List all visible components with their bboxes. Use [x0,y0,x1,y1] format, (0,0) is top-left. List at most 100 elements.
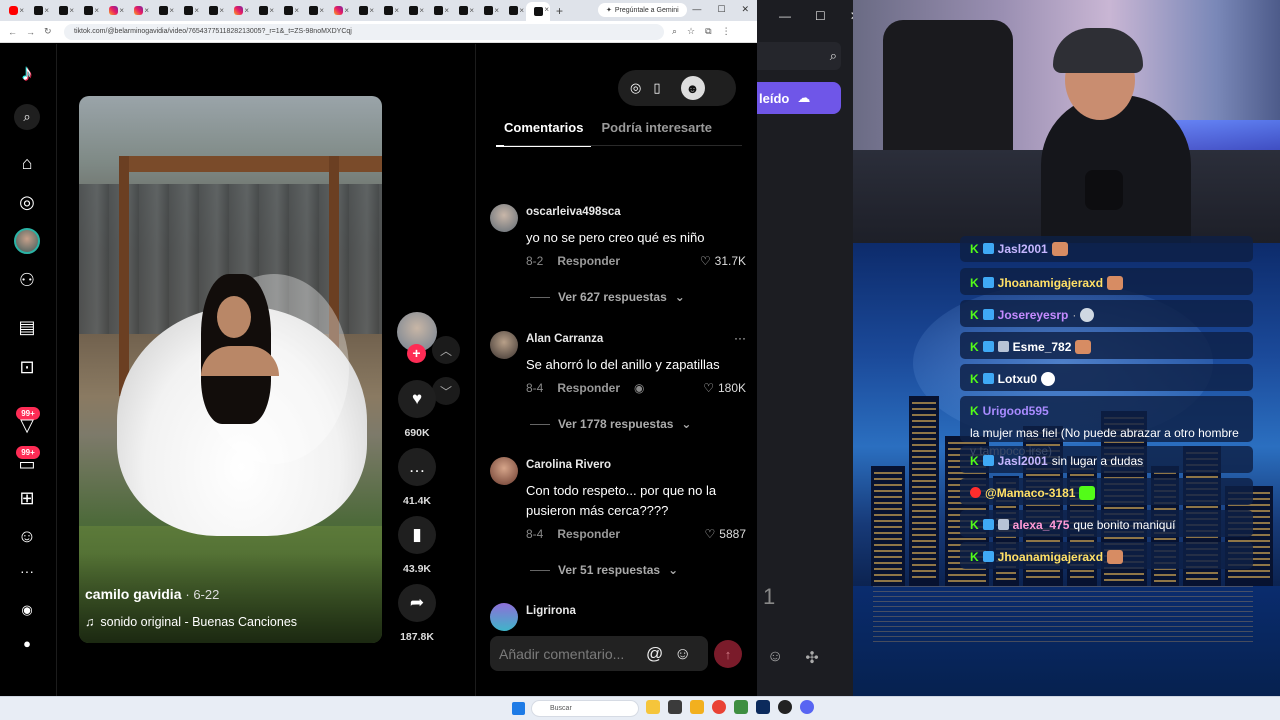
comment-username[interactable]: Ligrirona [526,605,576,617]
more-options-icon[interactable]: ··· [734,331,746,345]
emoji-icon[interactable]: ☺ [674,644,691,664]
close-icon[interactable]: × [494,6,499,15]
close-icon[interactable]: × [44,6,49,15]
comment-username[interactable]: Carolina Rivero [526,459,611,471]
bookmark-star-icon[interactable]: ☆ [687,26,695,37]
video-player[interactable]: camilo gavidia · 6-22 ♫ sonido original -… [79,96,382,643]
close-icon[interactable]: × [419,6,424,15]
close-icon[interactable]: × [544,5,549,14]
view-replies-button[interactable]: Ver 51 respuestas ⌄ [530,563,678,577]
share-button[interactable]: ➦ 187.8K [396,584,438,643]
close-icon[interactable]: × [219,6,224,15]
browser-tab[interactable]: × [501,3,525,19]
folder-icon[interactable] [690,700,704,714]
browser-tab[interactable]: × [101,3,125,19]
close-icon[interactable]: × [344,6,349,15]
extensions-icon[interactable]: ⧉ [705,26,711,37]
chat-search-field[interactable]: ⌕ [757,42,841,70]
friends-icon[interactable]: ⚇ [14,267,40,293]
spreadsheet-icon[interactable] [734,700,748,714]
browser-tab[interactable]: × [326,3,350,19]
browser-tab[interactable]: × [1,3,25,19]
send-button[interactable]: ↑ [714,640,742,668]
browser-tab[interactable]: × [376,3,400,19]
explore-icon[interactable]: ◎ [14,189,40,215]
tab-recommended[interactable]: Podría interesarte [601,120,712,147]
forward-icon[interactable]: → [26,27,36,37]
upload-icon[interactable]: ⊞ [14,485,40,511]
close-icon[interactable]: × [69,6,74,15]
obs-icon[interactable] [778,700,792,714]
save-button[interactable]: ▮ 43.9K [396,516,438,575]
view-replies-button[interactable]: Ver 1778 respuestas ⌄ [530,417,691,431]
browser-tab[interactable]: × [251,3,275,19]
emoji-icon[interactable]: ☺ [767,648,783,668]
new-tab-button[interactable]: + [556,4,563,18]
close-icon[interactable]: ✕ [741,4,749,15]
user-avatar-icon[interactable]: ☻ [680,76,705,100]
tv-icon[interactable]: ⊡ [14,354,40,380]
gemini-button[interactable]: ✦ Pregúntale a Gemini [598,3,687,17]
avatar[interactable] [490,603,518,631]
video-sound[interactable]: ♫ sonido original - Buenas Canciones [85,615,297,629]
profile-icon[interactable]: ☺ [14,523,40,549]
avatar[interactable] [490,331,518,359]
menu-icon[interactable]: ⋮ [722,26,731,37]
browser-tab[interactable]: × [201,3,225,19]
taskbar-search[interactable]: Buscar [531,700,639,717]
maximize-icon[interactable]: ☐ [717,4,725,15]
browser-tab[interactable]: × [351,3,375,19]
follow-button[interactable]: + [407,344,426,363]
tab-comments[interactable]: Comentarios [496,120,592,147]
close-icon[interactable]: × [269,6,274,15]
minimize-icon[interactable]: — [692,4,701,15]
close-icon[interactable]: × [144,6,149,15]
tiktok-logo-icon[interactable]: ♪ [14,60,40,86]
browser-tab[interactable]: × [151,3,175,19]
avatar[interactable] [490,204,518,232]
close-icon[interactable]: × [444,6,449,15]
close-icon[interactable]: × [244,6,249,15]
browser-tab[interactable]: × [126,3,150,19]
close-icon[interactable]: × [294,6,299,15]
browser-tab[interactable]: × [226,3,250,19]
photoshop-icon[interactable] [756,700,770,714]
live-icon[interactable]: ▤ [14,314,40,340]
back-icon[interactable]: ← [8,27,18,37]
browser-tab[interactable]: × [276,3,300,19]
tiktok-coin-icon[interactable]: ◎ [630,80,641,96]
home-icon[interactable]: ⌂ [14,150,40,176]
windows-start-icon[interactable] [512,702,525,715]
effects-icon[interactable]: ◉ [14,597,40,623]
browser-tab[interactable]: × [176,3,200,19]
close-icon[interactable]: × [119,6,124,15]
close-icon[interactable]: × [94,6,99,15]
avatar[interactable] [14,228,40,254]
app-icon[interactable] [668,700,682,714]
phone-icon[interactable]: ▯ [653,80,660,96]
apps-icon[interactable]: ✣ [805,648,818,668]
comment-like-button[interactable]: ♡ 5887 [705,527,746,541]
more-icon[interactable]: ··· [14,558,40,584]
creator-avatar[interactable]: + [397,312,437,363]
browser-tab[interactable]: × [401,3,425,19]
like-button[interactable]: ♥ 690K [396,380,438,439]
messages-icon[interactable]: ▭ [14,451,40,477]
chrome-icon[interactable] [712,700,726,714]
close-icon[interactable]: × [519,6,524,15]
comment-button[interactable]: … 41.4K [396,448,438,507]
browser-tab[interactable]: × [26,3,50,19]
comment-input[interactable]: Añadir comentario... @ ☺ [490,636,708,671]
comment-like-button[interactable]: ♡ 180K [703,381,746,395]
mention-icon[interactable]: @ [646,644,663,664]
close-icon[interactable]: × [169,6,174,15]
previous-video-button[interactable]: ︿ [432,336,460,364]
close-icon[interactable]: × [394,6,399,15]
comment-username[interactable]: oscarleiva498sca [526,206,621,218]
url-field[interactable]: tiktok.com/@belarminogavidia/video/76543… [64,23,664,40]
inbox-icon[interactable]: ▽ [14,412,40,438]
close-icon[interactable]: × [469,6,474,15]
comment-like-button[interactable]: ♡ 31.7K [700,254,746,268]
browser-tab[interactable]: × [301,3,325,19]
browser-tab[interactable]: × [51,3,75,19]
